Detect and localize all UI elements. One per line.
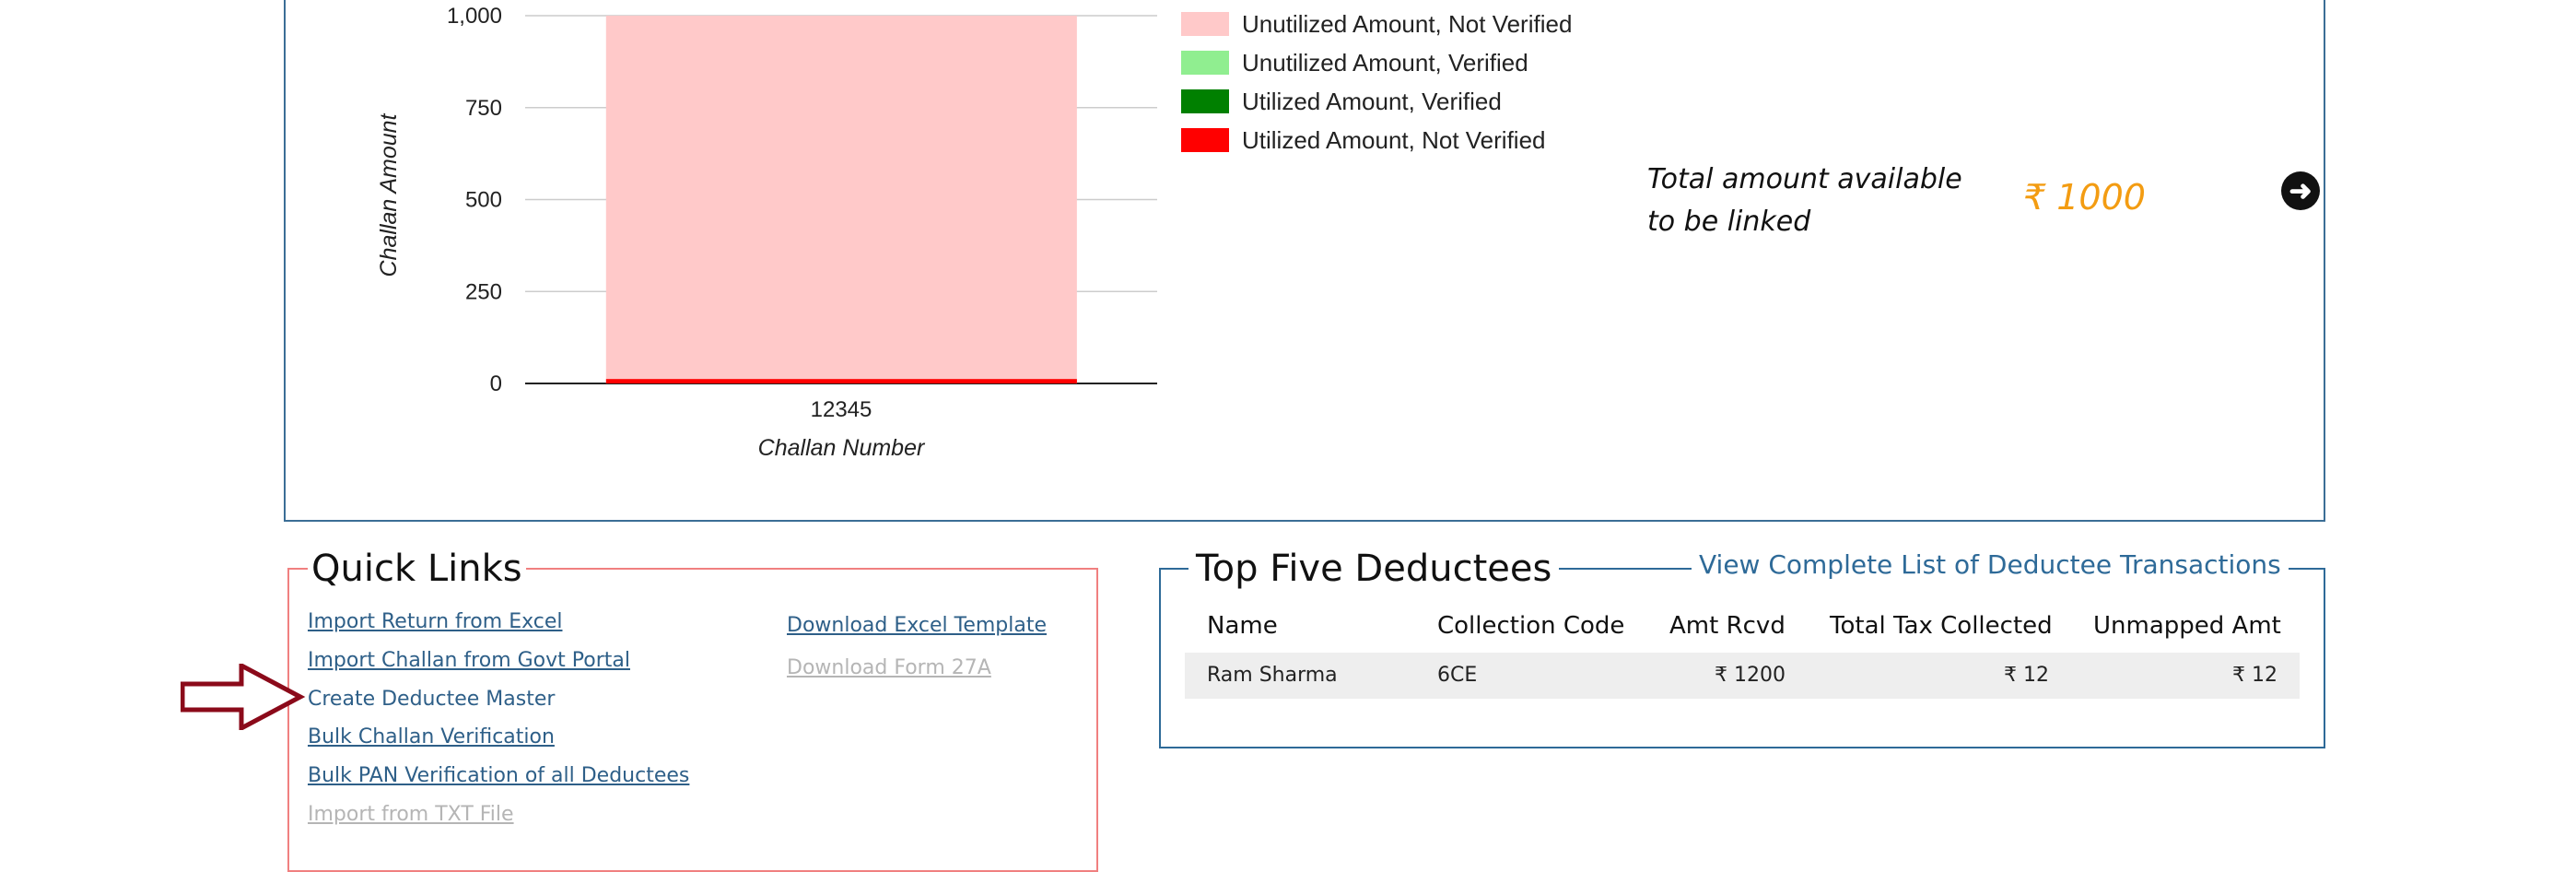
legend-label: Unutilized Amount, Verified bbox=[1242, 49, 1528, 77]
legend-label: Unutilized Amount, Not Verified bbox=[1242, 10, 1572, 38]
bulk-pan-verification-link[interactable]: Bulk PAN Verification of all Deductees bbox=[308, 764, 689, 787]
bar-utilized-amount-not-verified[interactable] bbox=[605, 379, 1077, 383]
y-tick-label: 0 bbox=[490, 371, 502, 396]
y-tick-label: 1,000 bbox=[447, 4, 502, 29]
x-tick-label: 12345 bbox=[811, 397, 872, 422]
chart-bars bbox=[605, 16, 1077, 383]
total-label-line1: Total amount available bbox=[1647, 163, 1962, 195]
legend-swatch bbox=[1181, 128, 1229, 152]
y-tick-label: 500 bbox=[465, 188, 502, 213]
column-header-unmapped-amt: Unmapped Amt bbox=[2093, 612, 2281, 640]
arrow-right-circle-icon[interactable]: ➜ bbox=[2281, 171, 2320, 210]
view-complete-list-link[interactable]: View Complete List of Deductee Transacti… bbox=[1692, 549, 2289, 580]
bulk-challan-verification-link[interactable]: Bulk Challan Verification bbox=[308, 725, 555, 748]
x-axis-title: Challan Number bbox=[758, 435, 926, 461]
total-label-line2: to be linked bbox=[1647, 206, 1811, 238]
y-tick-label: 250 bbox=[465, 279, 502, 304]
legend-label: Utilized Amount, Verified bbox=[1242, 88, 1502, 115]
cell-total-tax-collected: ₹ 12 bbox=[2004, 664, 2049, 687]
create-deductee-master-link[interactable]: Create Deductee Master bbox=[308, 688, 555, 711]
legend-swatch bbox=[1181, 89, 1229, 113]
import-challan-from-govt-portal-link[interactable]: Import Challan from Govt Portal bbox=[308, 649, 630, 672]
y-tick-label: 750 bbox=[465, 96, 502, 121]
total-available-label: Total amount available to be linked bbox=[1647, 159, 2053, 243]
download-excel-template-link[interactable]: Download Excel Template bbox=[787, 614, 1047, 637]
chart-y-ticks: 0 250 500 750 1,000 bbox=[447, 4, 502, 396]
pointer-arrow-icon bbox=[181, 664, 306, 730]
y-axis-title: Challan Amount bbox=[376, 112, 402, 277]
import-return-from-excel-link[interactable]: Import Return from Excel bbox=[308, 610, 562, 633]
bar-unutilized-amount-not-verified[interactable] bbox=[605, 16, 1077, 383]
challan-chart: 0 250 500 750 1,000 12345 Challan Number Cha… bbox=[376, 4, 1572, 461]
cell-unmapped-amt: ₹ 12 bbox=[2232, 664, 2277, 687]
cell-amt-rcvd: ₹ 1200 bbox=[1715, 664, 1786, 687]
column-header-name: Name bbox=[1207, 612, 1278, 640]
column-header-amt-rcvd: Amt Rcvd bbox=[1669, 612, 1786, 640]
chart-legend: Unutilized Amount, Not Verified Unutilize… bbox=[1181, 10, 1572, 154]
download-form-27a-link: Download Form 27A bbox=[787, 656, 991, 679]
legend-swatch bbox=[1181, 12, 1229, 36]
top-five-deductees-title: Top Five Deductees bbox=[1188, 548, 1560, 590]
legend-label: Utilized Amount, Not Verified bbox=[1242, 126, 1546, 154]
quick-links-title: Quick Links bbox=[308, 548, 526, 590]
column-header-collection-code: Collection Code bbox=[1437, 612, 1625, 640]
column-header-total-tax-collected: Total Tax Collected bbox=[1830, 612, 2053, 640]
total-available-amount: ₹ 1000 bbox=[2023, 177, 2146, 218]
challan-chart-panel: 0 250 500 750 1,000 12345 Challan Number Cha… bbox=[284, 0, 2325, 522]
import-from-txt-file-link: Import from TXT File bbox=[308, 803, 514, 826]
cell-name: Ram Sharma bbox=[1207, 664, 1338, 687]
legend-swatch bbox=[1181, 51, 1229, 75]
cell-collection-code: 6CE bbox=[1437, 664, 1478, 687]
